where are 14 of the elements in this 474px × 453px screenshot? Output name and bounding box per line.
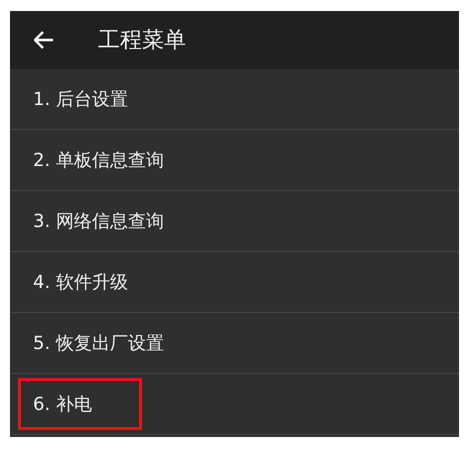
back-arrow-icon <box>34 31 54 49</box>
menu-item-label: 6. 补电 <box>18 378 142 430</box>
menu-row[interactable]: 6. 补电 <box>10 374 459 435</box>
menu-item-label: 2. 单板信息查询 <box>32 149 165 173</box>
menu-row[interactable]: 2. 单板信息查询 <box>10 130 459 191</box>
menu-row[interactable]: 4. 软件升级 <box>10 252 459 313</box>
menu-item-label: 4. 软件升级 <box>32 271 129 295</box>
menu-row[interactable]: 3. 网络信息查询 <box>10 191 459 252</box>
menu-row[interactable]: 5. 恢复出厂设置 <box>10 313 459 374</box>
menu-item-label: 1. 后台设置 <box>32 88 129 112</box>
menu-item-label: 5. 恢复出厂设置 <box>32 332 165 356</box>
screen-title: 工程菜单 <box>98 27 186 55</box>
menu-item-label: 3. 网络信息查询 <box>32 210 165 234</box>
menu-row[interactable]: 1. 后台设置 <box>10 69 459 130</box>
